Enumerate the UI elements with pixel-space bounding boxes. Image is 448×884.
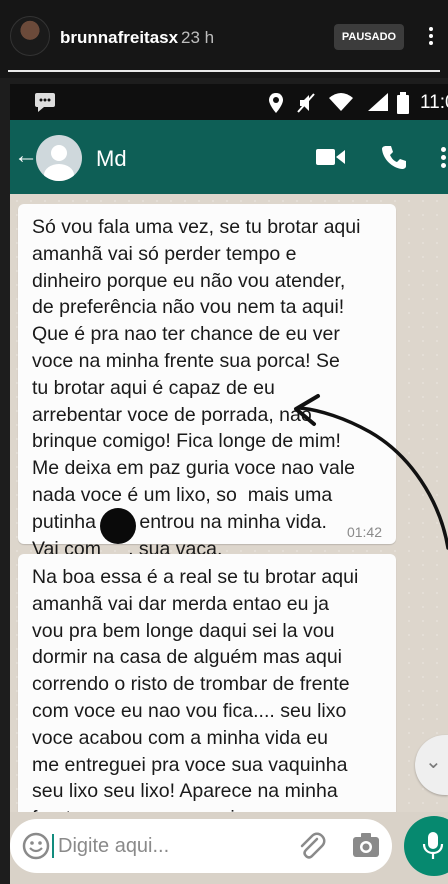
contact-name[interactable]: Md (96, 146, 127, 172)
message-input[interactable]: Digite aqui... (10, 819, 392, 873)
video-call-icon[interactable] (316, 147, 346, 167)
message-line: vou pra bem longe daqui sei la vou (32, 619, 335, 642)
signal-icon (368, 93, 388, 111)
message-line: amanhã vai só perder tempo e (32, 242, 297, 265)
input-placeholder: Digite aqui... (58, 835, 170, 857)
message-line: putinha que entrou na minha vida. (32, 510, 327, 533)
mic-button[interactable] (404, 816, 448, 876)
back-arrow-icon[interactable]: ← (14, 144, 38, 168)
message-line: tu brotar aqui é capaz de eu (32, 376, 275, 399)
censor-dot (100, 508, 136, 544)
message-bubble[interactable]: Na boa essa é a real se tu brotar aqui am… (18, 554, 396, 818)
message-line: brinque comigo! Fica longe de mim! (32, 430, 341, 453)
text-caret (52, 834, 54, 858)
story-time: 23 h (181, 28, 215, 47)
message-line: seu lixo seu lixo! Aparece na minha (32, 780, 338, 803)
wifi-icon (329, 93, 353, 111)
message-line: correndo o risto de trombar de frente (32, 673, 350, 696)
story-username[interactable]: brunnafreitasx (60, 28, 178, 48)
status-bar: 11:0 (10, 84, 448, 120)
chat-header: ← Md (10, 120, 448, 194)
message-line: Na boa essa é a real se tu brotar aqui (32, 566, 359, 588)
message-line: nada voce é um lixo, so mais uma (32, 483, 333, 506)
location-icon (269, 93, 283, 113)
story-avatar[interactable] (10, 16, 50, 56)
paused-badge: PAUSADO (334, 24, 404, 50)
message-line: voce acabou com a minha vida eu (32, 726, 328, 749)
chevron-down-icon: ⌄ (425, 751, 442, 773)
story-progress-bar (8, 70, 440, 72)
message-line: dormir na casa de alguém mas aqui (32, 646, 342, 669)
story-progress-fill (8, 70, 440, 72)
message-time: 01:42 (346, 524, 382, 540)
chat-area[interactable]: Só vou fala uma vez, se tu brotar aqui am… (10, 194, 448, 818)
message-text: Na boa essa é a real se tu brotar aqui am… (32, 564, 388, 818)
story-header: brunnafreitasx 23 h PAUSADO (0, 0, 448, 78)
message-line: Me deixa em paz guria voce nao vale (32, 457, 356, 480)
contact-avatar[interactable] (36, 135, 82, 181)
emoji-icon[interactable] (22, 832, 50, 860)
message-text: Só vou fala uma vez, se tu brotar aqui am… (32, 214, 388, 562)
phone-call-icon[interactable] (381, 144, 407, 170)
message-icon (35, 93, 55, 112)
default-avatar-icon (44, 145, 74, 181)
attach-icon[interactable] (296, 831, 326, 861)
message-line: de preferência não vou nem ta aqui! (32, 296, 345, 319)
input-bar: Digite aqui... (10, 812, 448, 884)
mic-icon (422, 832, 444, 859)
camera-icon[interactable] (352, 832, 380, 858)
mute-icon (297, 93, 315, 113)
message-line: dinheiro porque eu não vou atender, (32, 269, 346, 292)
more-vert-icon[interactable] (438, 144, 448, 174)
message-line: arrebentar voce de porrada, nao (32, 403, 312, 426)
story-more-icon[interactable] (424, 24, 438, 54)
status-time: 11:0 (420, 92, 448, 113)
message-line: com voce eu nao vou fica.... seu lixo (32, 699, 347, 722)
battery-icon (397, 92, 409, 114)
message-line: me entreguei pra voce sua vaquinha (32, 753, 348, 776)
message-line: Que é pra nao ter chance de eu ver (32, 323, 340, 346)
message-line: voce na minha frente sua porca! Se (32, 349, 340, 372)
message-bubble[interactable]: Só vou fala uma vez, se tu brotar aqui am… (18, 204, 396, 560)
message-line: amanhã vai dar merda entao eu ja (32, 592, 330, 615)
message-line: Só vou fala uma vez, se tu brotar aqui (32, 216, 361, 238)
